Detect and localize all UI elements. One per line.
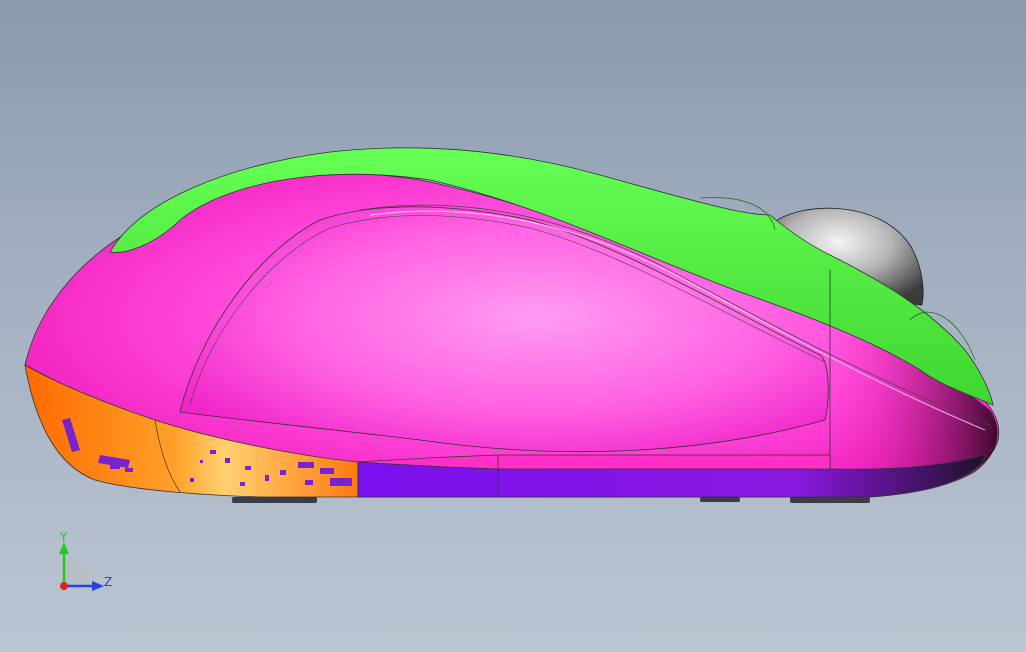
triad-cone [64, 556, 90, 586]
feet [232, 497, 870, 503]
y-axis-label: Y [59, 530, 68, 544]
z-axis-label: Z [104, 575, 112, 589]
axis-triad: Y Z [59, 530, 112, 591]
z-axis-arrow [92, 581, 104, 591]
x-axis-dot [60, 582, 68, 590]
mouse-model[interactable] [0, 0, 1026, 652]
3d-viewport[interactable]: Y Z [0, 0, 1026, 652]
